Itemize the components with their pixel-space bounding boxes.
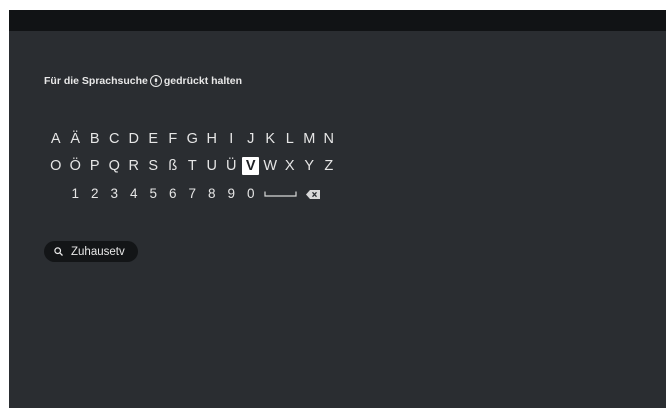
key-x[interactable]: X — [280, 157, 300, 175]
search-icon — [54, 247, 63, 256]
microphone-icon — [149, 75, 162, 87]
key-6[interactable]: 6 — [163, 185, 183, 203]
key-9[interactable]: 9 — [222, 185, 242, 203]
backspace-icon[interactable] — [300, 185, 327, 203]
keyboard-row-2: O Ö P Q R S ß T U Ü V W X Y Z — [46, 157, 339, 175]
keyboard-row-1: A Ä B C D E F G H I J K L M N — [46, 130, 339, 148]
key-w[interactable]: W — [261, 157, 281, 175]
key-a-umlaut[interactable]: Ä — [66, 130, 86, 148]
key-z[interactable]: Z — [319, 157, 339, 175]
key-3[interactable]: 3 — [105, 185, 125, 203]
key-g[interactable]: G — [183, 130, 203, 148]
key-o-umlaut[interactable]: Ö — [66, 157, 86, 175]
key-8[interactable]: 8 — [202, 185, 222, 203]
key-n[interactable]: N — [319, 130, 339, 148]
key-k[interactable]: K — [261, 130, 281, 148]
key-u-umlaut[interactable]: Ü — [222, 157, 242, 175]
key-5[interactable]: 5 — [144, 185, 164, 203]
key-q[interactable]: Q — [105, 157, 125, 175]
key-t[interactable]: T — [183, 157, 203, 175]
hint-text-after: gedrückt halten — [163, 75, 243, 87]
search-suggestion-pill[interactable]: Zuhausetv — [44, 241, 138, 262]
space-bar-icon[interactable] — [261, 185, 300, 203]
keyboard-row-3: 1 2 3 4 5 6 7 8 9 0 — [66, 185, 327, 203]
hint-text-before: Für die Sprachsuche — [44, 75, 148, 87]
tv-screen: Für die Sprachsuche gedrückt halten A Ä … — [9, 10, 666, 408]
key-h[interactable]: H — [202, 130, 222, 148]
key-4[interactable]: 4 — [124, 185, 144, 203]
key-1[interactable]: 1 — [66, 185, 86, 203]
search-page: Für die Sprachsuche gedrückt halten A Ä … — [9, 31, 666, 408]
key-2[interactable]: 2 — [85, 185, 105, 203]
key-o[interactable]: O — [46, 157, 66, 175]
key-j[interactable]: J — [241, 130, 261, 148]
key-p[interactable]: P — [85, 157, 105, 175]
key-m[interactable]: M — [300, 130, 320, 148]
key-c[interactable]: C — [105, 130, 125, 148]
key-i[interactable]: I — [222, 130, 242, 148]
key-v-selected[interactable]: V — [242, 157, 260, 175]
key-r[interactable]: R — [124, 157, 144, 175]
key-d[interactable]: D — [124, 130, 144, 148]
key-l[interactable]: L — [280, 130, 300, 148]
key-7[interactable]: 7 — [183, 185, 203, 203]
key-eszett[interactable]: ß — [163, 157, 183, 175]
key-a[interactable]: A — [46, 130, 66, 148]
key-s[interactable]: S — [144, 157, 164, 175]
suggestion-text: Zuhausetv — [71, 245, 125, 258]
key-b[interactable]: B — [85, 130, 105, 148]
key-0[interactable]: 0 — [241, 185, 261, 203]
voice-search-hint: Für die Sprachsuche gedrückt halten — [44, 75, 242, 87]
key-f[interactable]: F — [163, 130, 183, 148]
key-e[interactable]: E — [144, 130, 164, 148]
key-y[interactable]: Y — [300, 157, 320, 175]
key-u[interactable]: U — [202, 157, 222, 175]
